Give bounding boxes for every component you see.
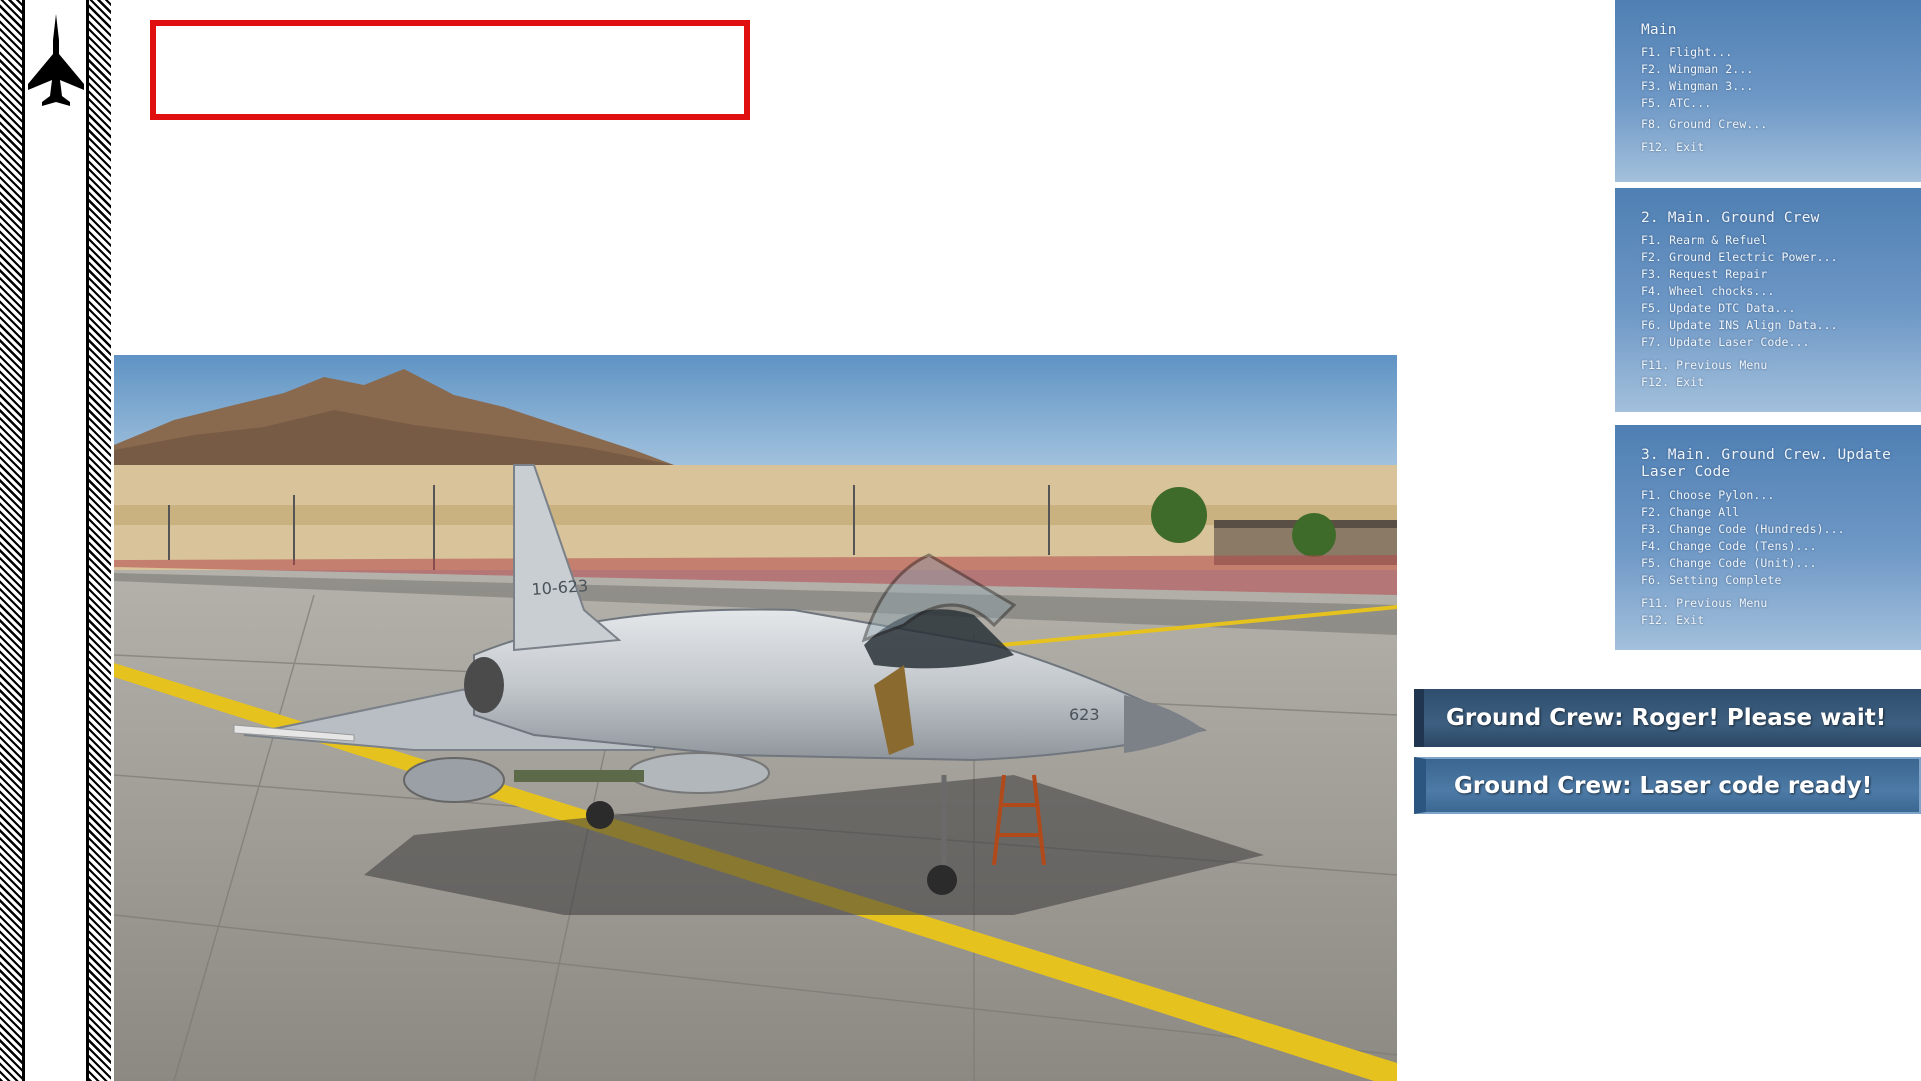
menu-item-rearm-refuel[interactable]: F1. Rearm & Refuel [1641,232,1901,249]
tail-code: 10-623 [531,576,589,599]
menu-item-exit[interactable]: F12. Exit [1641,139,1901,156]
menu-item-update-ins[interactable]: F6. Update INS Align Data... [1641,317,1901,334]
menu-item-wheel-chocks[interactable]: F4. Wheel chocks... [1641,283,1901,300]
menu-item-ground-power[interactable]: F2. Ground Electric Power... [1641,249,1901,266]
highlight-frame [150,20,750,120]
jet-silhouette-icon [28,14,84,106]
nose-number: 623 [1069,705,1100,724]
menu-item-choose-pylon[interactable]: F1. Choose Pylon... [1641,487,1901,504]
menu-item-flight[interactable]: F1. Flight... [1641,44,1901,61]
menu-item-update-dtc[interactable]: F5. Update DTC Data... [1641,300,1901,317]
menu-item-previous-menu[interactable]: F11. Previous Menu [1641,595,1901,612]
radio-menu-laser-code: 3. Main. Ground Crew. Update Laser Code … [1615,425,1921,650]
menu-item-change-unit[interactable]: F5. Change Code (Unit)... [1641,555,1901,572]
menu-item-ground-crew[interactable]: F8. Ground Crew... [1641,116,1901,133]
aircraft-scene-image: 10-623 623 [114,355,1397,1081]
menu-item-wingman-2[interactable]: F2. Wingman 2... [1641,61,1901,78]
menu-item-request-repair[interactable]: F3. Request Repair [1641,266,1901,283]
radio-menu-main: Main F1. Flight... F2. Wingman 2... F3. … [1615,0,1921,182]
menu-item-setting-complete[interactable]: F6. Setting Complete [1641,572,1901,589]
menu-item-exit[interactable]: F12. Exit [1641,612,1901,629]
menu-item-previous-menu[interactable]: F11. Previous Menu [1641,357,1901,374]
sidebar-hatch-left [0,0,22,1081]
menu-title: Main [1641,22,1677,38]
radio-menu-ground-crew: 2. Main. Ground Crew F1. Rearm & Refuel … [1615,188,1921,412]
menu-item-change-tens[interactable]: F4. Change Code (Tens)... [1641,538,1901,555]
sidebar-hatch-right [89,0,111,1081]
menu-item-atc[interactable]: F5. ATC... [1641,95,1901,112]
sidebar-rule [22,0,25,1081]
ground-crew-message: Ground Crew: Roger! Please wait! [1414,689,1921,747]
menu-item-wingman-3[interactable]: F3. Wingman 3... [1641,78,1901,95]
ground-crew-message: Ground Crew: Laser code ready! [1414,757,1921,814]
menu-title: 3. Main. Ground Crew. Update Laser Code [1641,447,1892,480]
menu-item-change-all[interactable]: F2. Change All [1641,504,1901,521]
menu-item-exit[interactable]: F12. Exit [1641,374,1901,391]
menu-item-change-hundreds[interactable]: F3. Change Code (Hundreds)... [1641,521,1901,538]
menu-title: 2. Main. Ground Crew [1641,210,1820,226]
menu-item-update-laser-code[interactable]: F7. Update Laser Code... [1641,334,1901,351]
